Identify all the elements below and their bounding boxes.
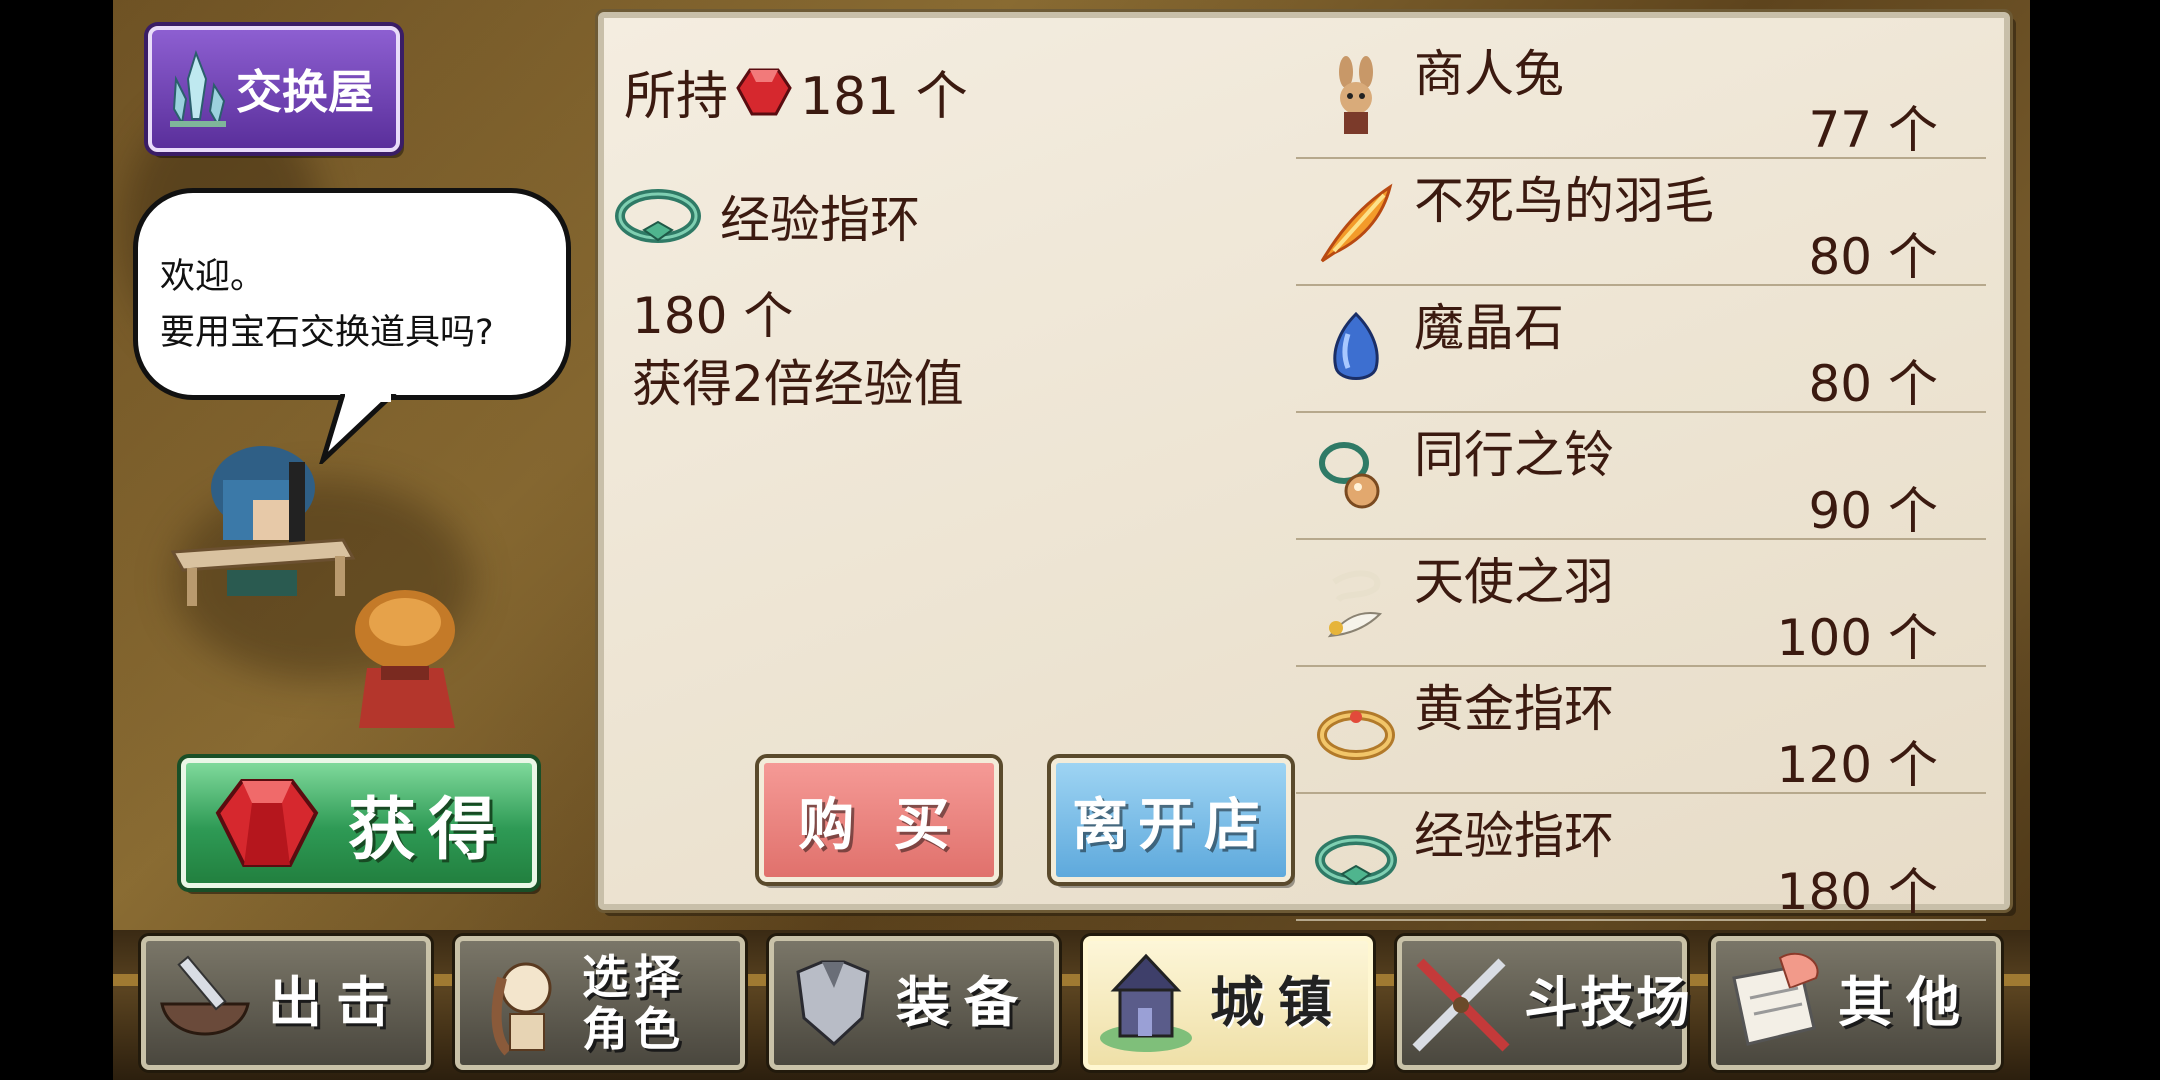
list-item[interactable]: 同行之铃 90 个 [1296,413,1986,540]
tab-label: 装备 [896,971,1032,1034]
blue-crystal-icon [1333,311,1379,380]
list-item[interactable]: 商人兔 77 个 [1296,32,1986,159]
ruby-icon [215,779,319,867]
armor-icon [796,960,870,1047]
tab-equipment[interactable]: 装备 [769,936,1059,1070]
tab-label: 其他 [1838,971,1974,1034]
item-price: 90 个 [1808,482,1938,540]
item-list: 商人兔 77 个 不死鸟的羽毛 80 个 魔晶石 80 个 同行之铃 90 个 … [1296,32,1986,921]
item-price: 180 个 [1776,863,1938,921]
tab-label: 城镇 [1210,971,1346,1034]
item-name: 商人兔 [1414,45,1564,103]
list-item[interactable]: 魔晶石 80 个 [1296,286,1986,413]
list-item[interactable]: 经验指环 180 个 [1296,794,1986,921]
tab-label: 斗技场 [1524,971,1692,1034]
item-name: 不死鸟的羽毛 [1414,172,1714,230]
bell-icon [1319,442,1380,509]
list-item[interactable]: 天使之羽 100 个 [1296,540,1986,667]
item-price: 100 个 [1776,609,1938,667]
sword-bowl-icon [160,955,250,1036]
tab-town[interactable]: 城镇 [1083,936,1373,1070]
game-screen: 交换屋 欢迎。 要用宝石交换道具吗? 获得 所持 181 个 经验指环 180 … [113,0,2030,1080]
item-name: 天使之羽 [1414,553,1614,611]
crossed-swords-icon [1412,958,1510,1052]
item-price: 80 个 [1808,355,1938,413]
item-name: 黄金指环 [1414,680,1614,738]
speech-bubble: 欢迎。 要用宝石交换道具吗? [133,188,571,400]
selected-item: 经验指环 [614,180,920,252]
crystal-icon [170,49,226,128]
rabbit-icon [1339,56,1373,134]
shop-title-badge: 交换屋 [148,26,400,152]
tab-arena[interactable]: 斗技场 [1397,936,1690,1070]
list-item[interactable]: 黄金指环 120 个 [1296,667,1986,794]
exp-ring-icon [615,189,701,243]
list-item[interactable]: 不死鸟的羽毛 80 个 [1296,159,1986,286]
selected-item-description: 获得2倍经验值 [632,355,964,413]
selected-item-name: 经验指环 [720,191,920,249]
character-icon [491,962,552,1056]
buy-button[interactable]: 购 买 [759,758,999,882]
shop-title-text: 交换屋 [236,65,374,119]
item-price: 80 个 [1808,228,1938,286]
tab-label: 出击 [268,971,404,1034]
town-icon [1100,953,1192,1052]
speech-line-1: 欢迎。 [160,257,266,297]
exp-ring-icon [1315,835,1397,886]
tab-sortie[interactable]: 出击 [141,936,431,1070]
tab-label: 选择 角色 [582,950,686,1056]
phoenix-feather-icon [1320,183,1393,263]
tab-other[interactable]: 其他 [1711,936,2001,1070]
owned-prefix: 所持 [624,67,729,127]
tab-select-character[interactable]: 选择 角色 [455,936,745,1070]
item-price: 120 个 [1776,736,1938,794]
shop-panel: 所持 181 个 经验指环 180 个 获得2倍经验值 购 买 离开店 商人兔 … [598,12,2010,921]
item-price: 77 个 [1808,101,1938,159]
item-name: 魔晶石 [1414,299,1564,357]
bottom-nav: 出击 选择 角色 装备 城镇 斗技场 其他 [113,930,2030,1080]
selected-item-price: 180 个 [632,287,794,345]
ruby-icon [736,68,792,115]
angel-feather-icon [1327,570,1383,638]
owned-count: 181 个 [800,67,968,127]
scroll-icon [1732,952,1819,1046]
obtain-label: 获得 [348,790,509,870]
obtain-gems-button[interactable]: 获得 [181,758,537,888]
speech-line-2: 要用宝石交换道具吗? [160,313,494,353]
owned-gems: 所持 181 个 [624,54,968,129]
hero-sprite [355,590,455,728]
leave-shop-button[interactable]: 离开店 [1051,758,1291,882]
item-name: 经验指环 [1414,807,1614,865]
item-name: 同行之铃 [1414,426,1614,484]
gold-ring-icon [1317,710,1395,760]
